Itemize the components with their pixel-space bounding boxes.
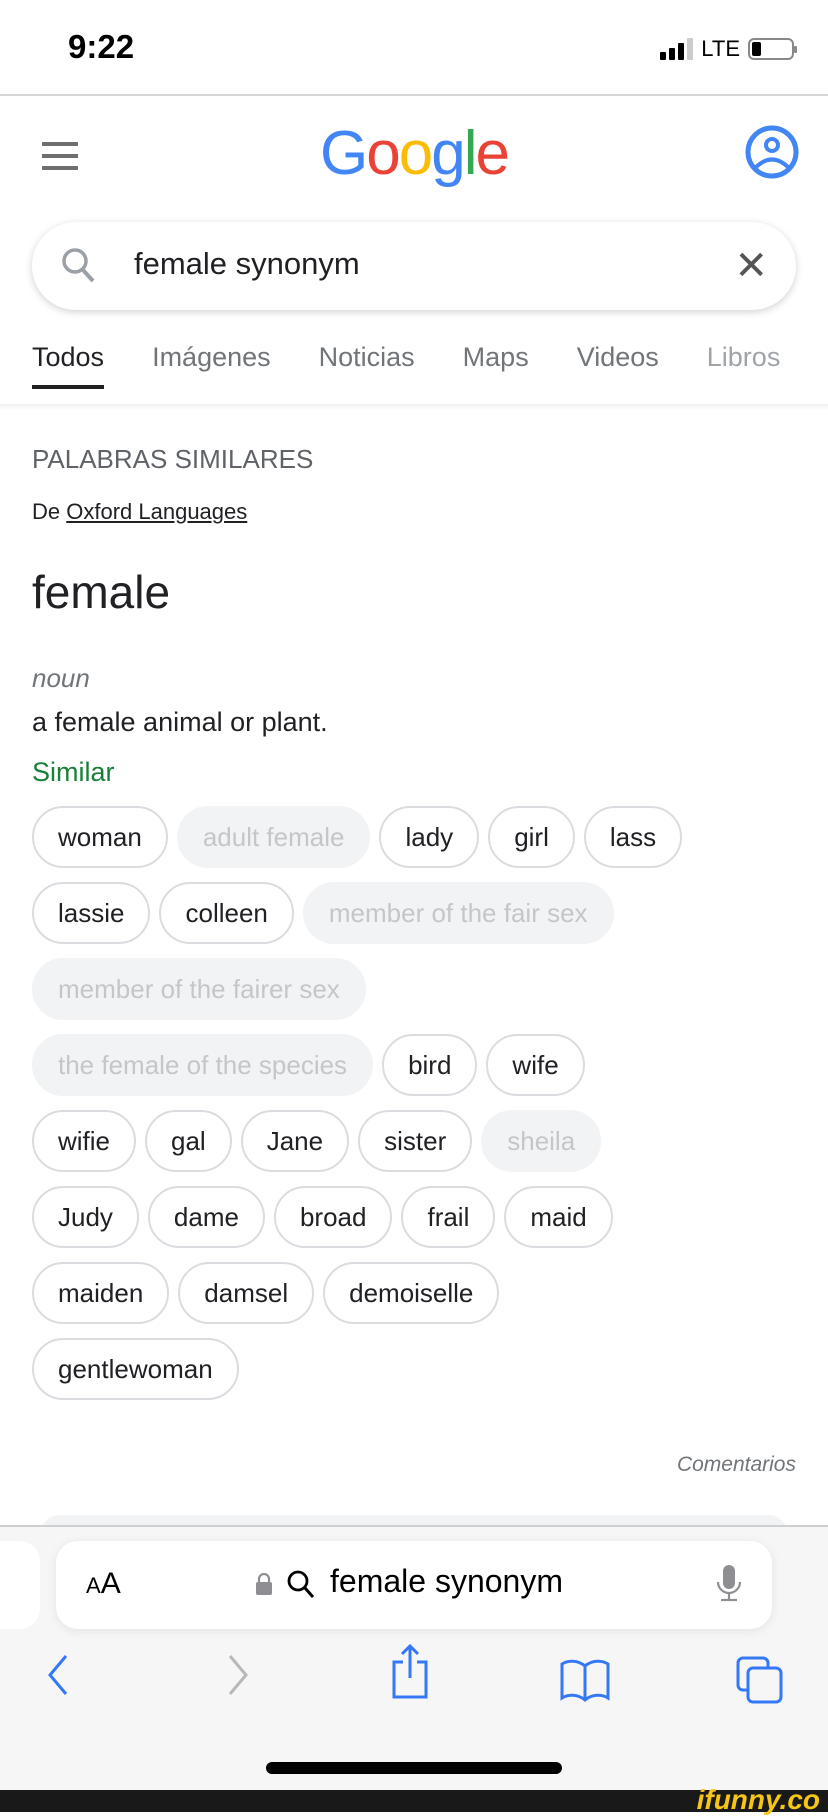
synonym-chip[interactable]: gal — [145, 1110, 232, 1172]
source-attribution: De Oxford Languages — [32, 499, 247, 525]
synonym-chip[interactable]: dame — [147, 1186, 265, 1248]
bookmarks-icon[interactable] — [560, 1658, 610, 1702]
search-icon[interactable] — [60, 246, 98, 286]
tab-maps[interactable]: Maps — [463, 342, 529, 373]
part-of-speech: noun — [32, 663, 90, 693]
synonym-chip[interactable]: broad — [273, 1186, 393, 1248]
synonym-chip[interactable]: damsel — [178, 1262, 315, 1324]
synonym-chip[interactable]: colleen — [159, 882, 294, 944]
synonym-chip[interactable]: girl — [488, 806, 575, 868]
forward-icon[interactable] — [222, 1650, 252, 1700]
synonym-chip: sheila — [481, 1110, 602, 1172]
headword: female — [32, 566, 171, 618]
tab-noticias[interactable]: Noticias — [319, 342, 415, 373]
home-indicator — [266, 1762, 562, 1774]
logo-letter: l — [463, 119, 478, 188]
aa-large: A — [100, 1567, 121, 1600]
url-text[interactable]: female synonym — [330, 1563, 563, 1600]
chip-row: wifie gal Jane sister sheila — [32, 1110, 772, 1172]
previous-tab[interactable] — [0, 1541, 40, 1629]
lock-icon — [256, 1573, 272, 1595]
divider — [0, 94, 828, 96]
battery-icon — [748, 38, 797, 60]
source-prefix: De — [32, 499, 61, 524]
logo-letter: e — [475, 119, 510, 188]
search-tabs: Todos Imágenes Noticias Maps Videos Libros — [32, 342, 781, 389]
tabs-icon[interactable] — [736, 1656, 784, 1704]
synonym-chip[interactable]: gentlewoman — [32, 1338, 239, 1400]
share-icon[interactable] — [390, 1642, 430, 1700]
divider — [0, 404, 828, 410]
search-icon — [287, 1570, 315, 1598]
synonym-chip[interactable]: bird — [382, 1034, 478, 1096]
chip-row: woman adult female lady girl lass — [32, 806, 772, 868]
synonym-chip[interactable]: Judy — [32, 1186, 139, 1248]
watermark-banner: ifunny.co — [0, 1784, 828, 1815]
status-time: 9:22 — [68, 28, 135, 65]
tab-videos[interactable]: Videos — [577, 342, 659, 373]
chip-row: lassie colleen member of the fair sex — [32, 882, 772, 944]
clear-icon[interactable]: ✕ — [734, 246, 768, 286]
reader-options-button[interactable]: AA — [86, 1567, 121, 1601]
signal-icon — [660, 38, 694, 60]
chip-row: maiden damsel demoiselle — [32, 1262, 772, 1324]
synonym-chip[interactable]: sister — [358, 1110, 473, 1172]
definition: a female animal or plant. — [32, 707, 328, 737]
chip-row: member of the fairer sex — [32, 958, 772, 1020]
synonym-chip[interactable]: maid — [504, 1186, 613, 1248]
synonym-chip: the female of the species — [32, 1034, 374, 1096]
synonym-chip[interactable]: lady — [379, 806, 480, 868]
aa-small: A — [86, 1573, 101, 1598]
synonym-chip[interactable]: Jane — [240, 1110, 350, 1172]
chip-row: the female of the species bird wife — [32, 1034, 772, 1096]
tab-imágenes[interactable]: Imágenes — [152, 342, 271, 373]
synonym-chip[interactable]: lassie — [32, 882, 151, 944]
synonym-chip[interactable]: maiden — [32, 1262, 170, 1324]
tab-libros[interactable]: Libros — [707, 342, 781, 373]
logo-letter: g — [431, 119, 466, 188]
chip-row: Judy dame broad frail maid — [32, 1186, 772, 1248]
synonym-chip: adult female — [176, 806, 371, 868]
synonym-chip[interactable]: demoiselle — [323, 1262, 500, 1324]
synonym-chip: member of the fairer sex — [32, 958, 366, 1020]
logo-letter: o — [398, 119, 434, 188]
network-type: LTE — [701, 36, 740, 61]
similar-label: Similar — [32, 757, 115, 787]
watermark-logo: ifunny.co — [696, 1784, 820, 1815]
synonym-chip[interactable]: lass — [583, 806, 683, 868]
microphone-icon[interactable] — [716, 1565, 742, 1605]
synonym-chips: woman adult female lady girl lass lassie colle… — [32, 806, 772, 1414]
logo-letter: G — [320, 119, 368, 188]
hamburger-menu-icon[interactable] — [42, 142, 78, 170]
source-link[interactable]: Oxford Languages — [66, 499, 247, 524]
section-title: PALABRAS SIMILARES — [32, 444, 314, 474]
status-indicators: LTE — [660, 36, 797, 62]
back-icon[interactable] — [44, 1650, 74, 1700]
feedback-link[interactable]: Comentarios — [677, 1453, 796, 1477]
tab-todos[interactable]: Todos — [32, 342, 105, 389]
search-input[interactable]: female synonym — [134, 246, 360, 282]
synonym-chip[interactable]: wife — [486, 1034, 585, 1096]
address-bar[interactable]: AA female synonym — [56, 1541, 772, 1629]
synonym-chip[interactable]: frail — [401, 1186, 496, 1248]
logo-letter: o — [366, 119, 401, 188]
search-box[interactable]: female synonym ✕ — [32, 222, 796, 310]
synonym-chip[interactable]: wifie — [32, 1110, 137, 1172]
account-circle-icon[interactable] — [744, 124, 800, 180]
google-logo[interactable]: Google — [320, 118, 510, 189]
chip-row: gentlewoman — [32, 1338, 772, 1400]
synonym-chip[interactable]: woman — [32, 806, 168, 868]
synonym-chip: member of the fair sex — [302, 882, 614, 944]
